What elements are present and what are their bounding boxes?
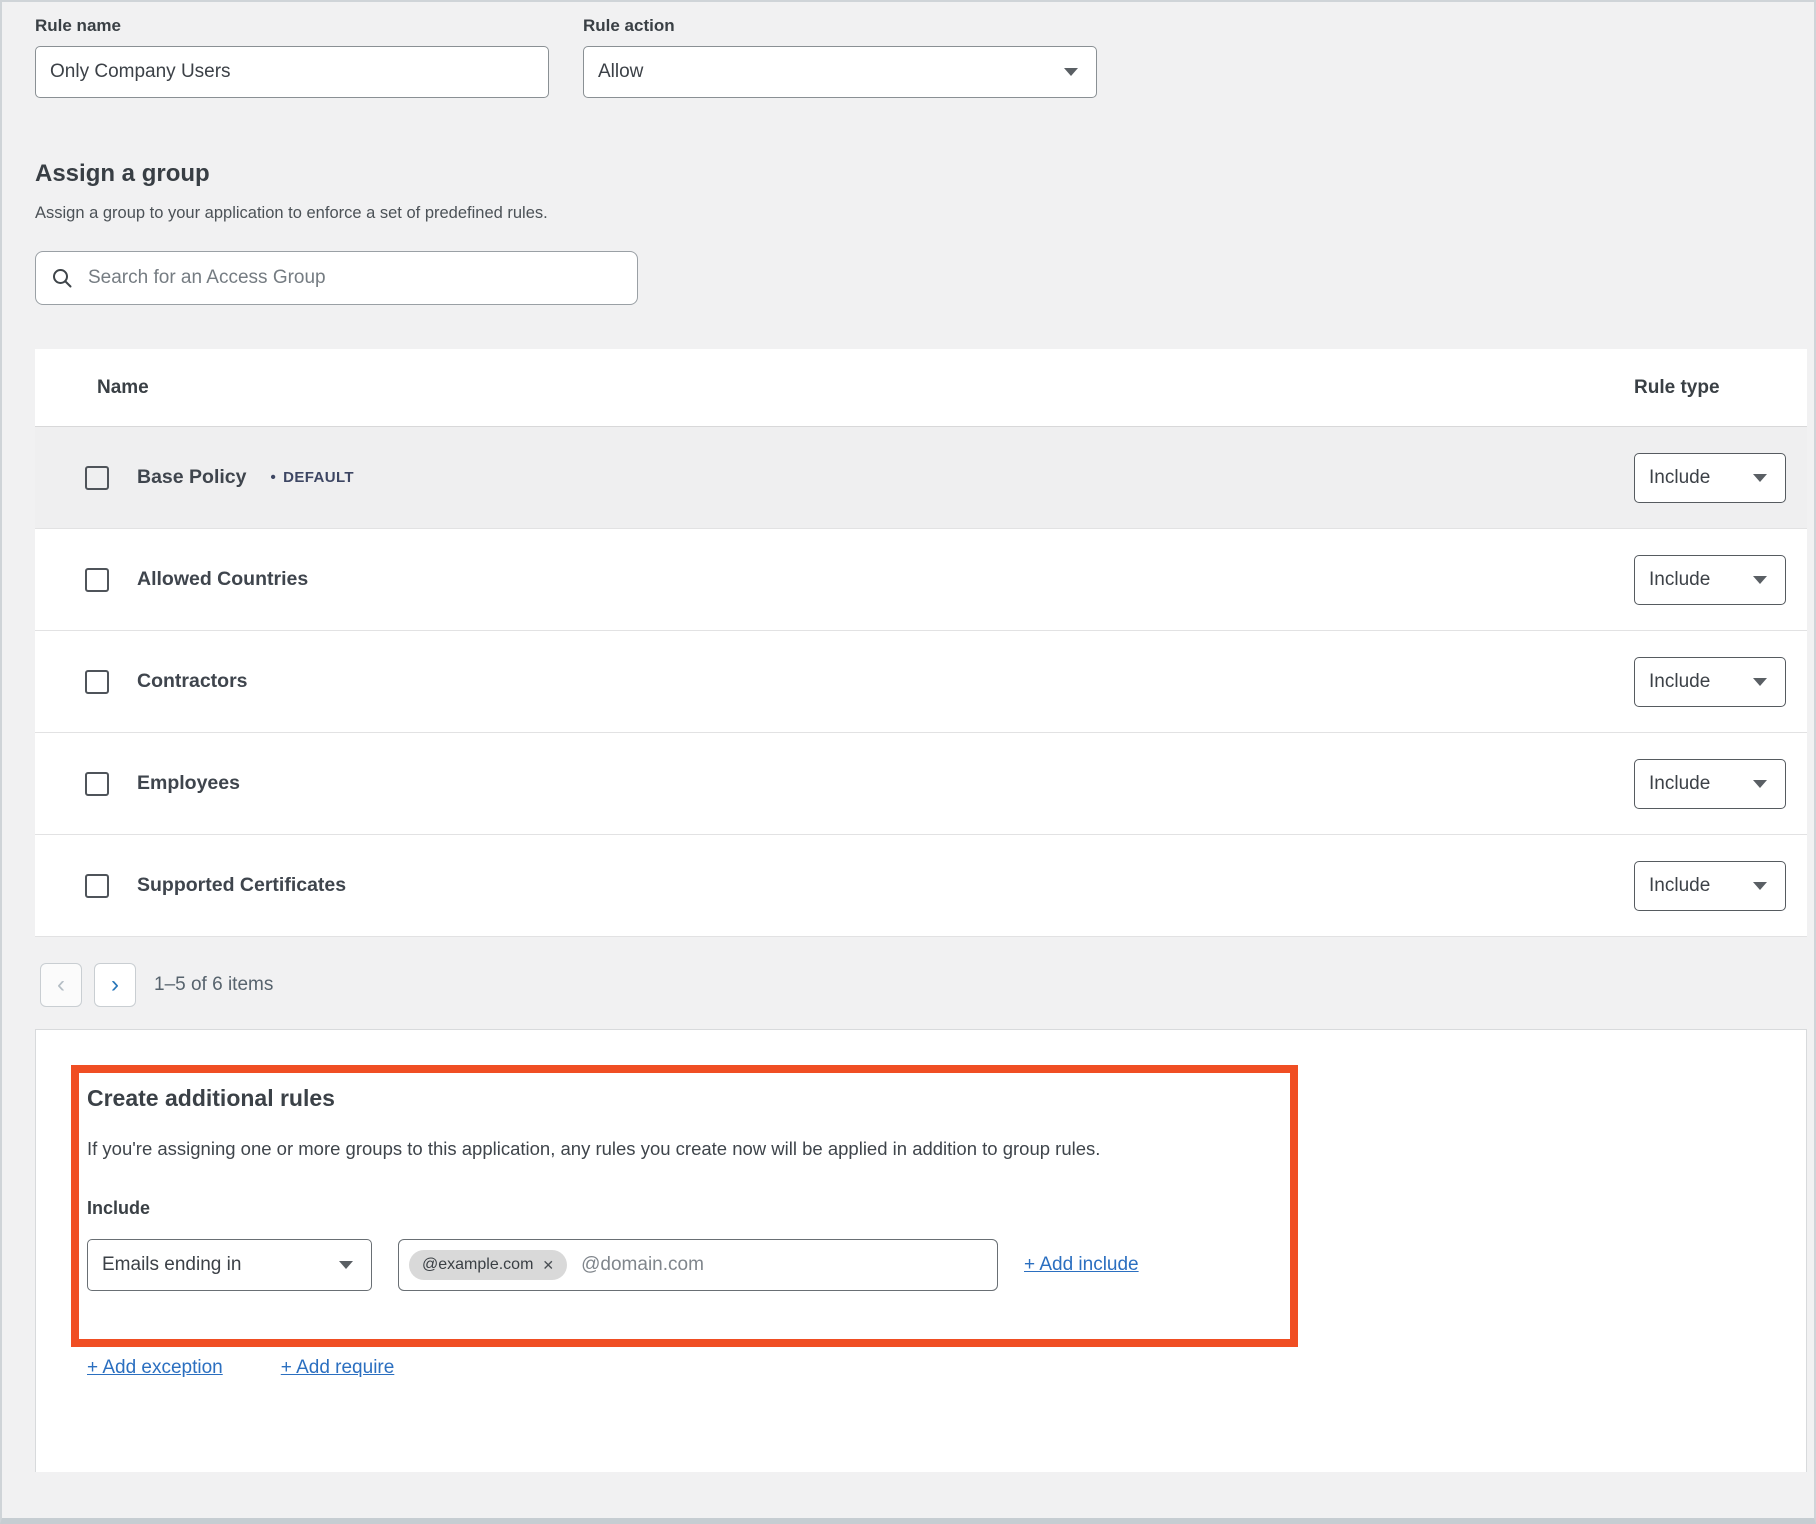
previous-page-button[interactable]: ‹: [40, 963, 82, 1007]
rule-form: Rule name Rule action Allow: [35, 16, 1814, 98]
rule-name-label: Rule name: [35, 16, 549, 36]
rule-type-select[interactable]: Include: [1634, 657, 1786, 707]
pagination: ‹ › 1–5 of 6 items: [40, 963, 1814, 1007]
table-row-allowed-countries: Allowed Countries Include: [35, 529, 1807, 631]
add-exception-link[interactable]: + Add exception: [87, 1357, 223, 1379]
include-condition-value: Emails ending in: [102, 1254, 241, 1276]
domain-text-input[interactable]: [581, 1240, 987, 1290]
chevron-down-icon: [1753, 882, 1767, 890]
chevron-down-icon: [1753, 474, 1767, 482]
assign-group-description: Assign a group to your application to en…: [35, 204, 1814, 223]
row-checkbox[interactable]: [85, 772, 109, 796]
table-row-base-policy: Base Policy DEFAULT Include: [35, 427, 1807, 529]
row-name: Employees: [137, 772, 240, 795]
rule-type-select[interactable]: Include: [1634, 861, 1786, 911]
default-badge: DEFAULT: [270, 469, 354, 486]
additional-rules-heading: Create additional rules: [87, 1085, 1806, 1112]
email-domain-chip: @example.com ✕: [409, 1250, 567, 1280]
footer-links: + Add exception + Add require: [87, 1357, 1806, 1379]
chevron-right-icon: ›: [111, 973, 119, 997]
assign-group-heading: Assign a group: [35, 160, 1814, 188]
table-header: Name Rule type: [35, 349, 1807, 427]
include-rule-row: Emails ending in @example.com ✕ + Add in…: [87, 1239, 1806, 1291]
rule-type-select[interactable]: Include: [1634, 555, 1786, 605]
row-name: Supported Certificates: [137, 874, 346, 897]
pagination-info: 1–5 of 6 items: [154, 974, 273, 996]
chevron-down-icon: [339, 1261, 353, 1269]
policy-rule-page: Rule name Rule action Allow Assign a gro…: [0, 0, 1816, 1524]
row-checkbox[interactable]: [85, 466, 109, 490]
search-icon: [52, 268, 72, 288]
chevron-down-icon: [1064, 68, 1078, 76]
row-checkbox[interactable]: [85, 670, 109, 694]
chip-label: @example.com: [422, 1256, 533, 1274]
rule-action-label: Rule action: [583, 16, 1097, 36]
email-domains-input[interactable]: @example.com ✕: [398, 1239, 998, 1291]
additional-rules-card: Create additional rules If you're assign…: [35, 1029, 1807, 1472]
remove-chip-icon[interactable]: ✕: [542, 1257, 554, 1274]
access-group-table: Name Rule type Base Policy DEFAULT Inclu…: [35, 349, 1807, 937]
rule-type-value: Include: [1649, 671, 1710, 693]
row-name: Base Policy: [137, 466, 246, 489]
chevron-down-icon: [1753, 780, 1767, 788]
include-label: Include: [87, 1198, 1806, 1219]
rule-action-field-group: Rule action Allow: [583, 16, 1097, 98]
rule-name-field-group: Rule name: [35, 16, 549, 98]
row-checkbox[interactable]: [85, 874, 109, 898]
search-input[interactable]: [88, 252, 621, 304]
next-page-button[interactable]: ›: [94, 963, 136, 1007]
rule-type-select[interactable]: Include: [1634, 759, 1786, 809]
rule-action-select[interactable]: Allow: [583, 46, 1097, 98]
rule-type-select[interactable]: Include: [1634, 453, 1786, 503]
rule-type-column-header: Rule type: [1634, 377, 1720, 399]
rule-name-input[interactable]: [35, 46, 549, 98]
table-row-supported-certificates: Supported Certificates Include: [35, 835, 1807, 937]
chevron-down-icon: [1753, 678, 1767, 686]
row-name: Allowed Countries: [137, 568, 308, 591]
table-row-employees: Employees Include: [35, 733, 1807, 835]
chevron-left-icon: ‹: [57, 973, 65, 997]
table-row-contractors: Contractors Include: [35, 631, 1807, 733]
additional-rules-description: If you're assigning one or more groups t…: [87, 1138, 1806, 1160]
include-condition-select[interactable]: Emails ending in: [87, 1239, 372, 1291]
rule-type-value: Include: [1649, 467, 1710, 489]
rule-action-value: Allow: [598, 61, 643, 83]
add-require-link[interactable]: + Add require: [281, 1357, 395, 1379]
row-checkbox[interactable]: [85, 568, 109, 592]
rule-type-value: Include: [1649, 569, 1710, 591]
chevron-down-icon: [1753, 576, 1767, 584]
rule-type-value: Include: [1649, 773, 1710, 795]
access-group-search[interactable]: [35, 251, 638, 305]
row-name: Contractors: [137, 670, 248, 693]
name-column-header: Name: [97, 377, 149, 399]
add-include-link[interactable]: + Add include: [1024, 1254, 1139, 1276]
rule-type-value: Include: [1649, 875, 1710, 897]
